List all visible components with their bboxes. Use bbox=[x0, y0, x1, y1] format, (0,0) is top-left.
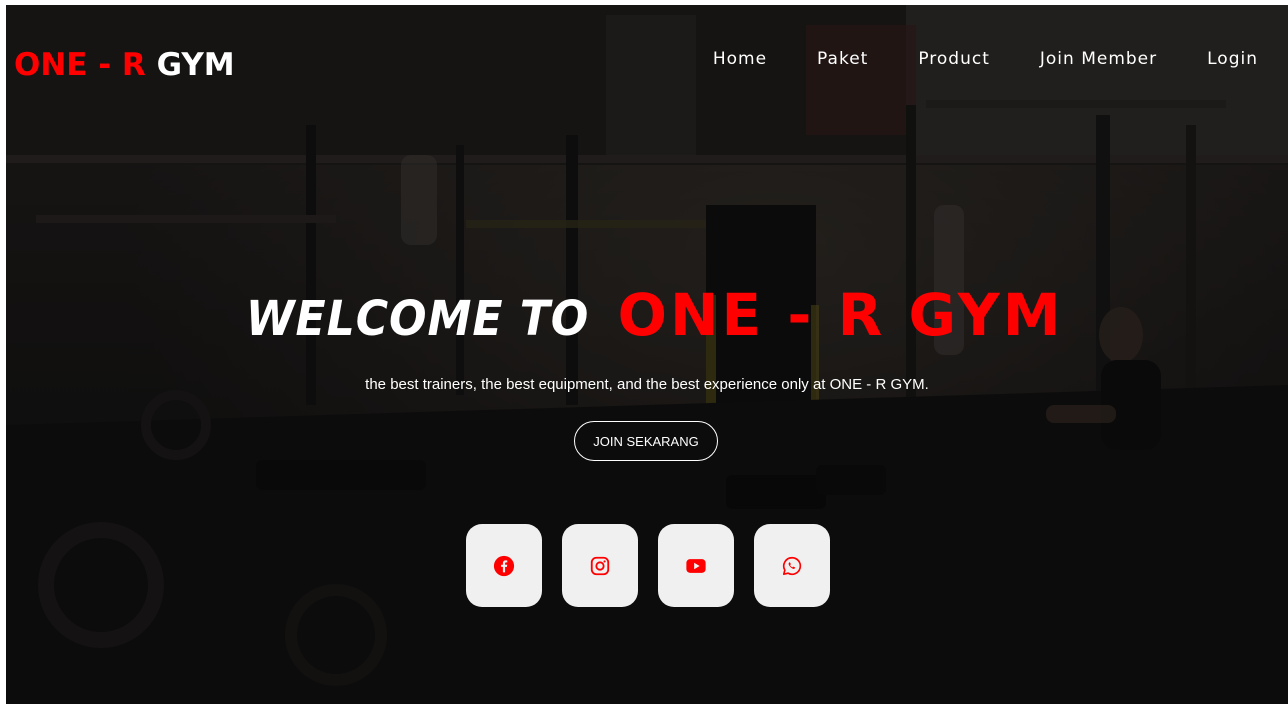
instagram-button[interactable] bbox=[562, 524, 638, 607]
nav-join-member[interactable]: Join Member bbox=[1040, 49, 1157, 69]
nav-home[interactable]: Home bbox=[713, 49, 767, 69]
hero-title-white: WELCOME TO bbox=[245, 291, 589, 347]
logo-text-white: GYM bbox=[156, 47, 235, 83]
social-links bbox=[466, 524, 850, 607]
nav-paket[interactable]: Paket bbox=[817, 49, 868, 69]
instagram-icon bbox=[590, 556, 610, 575]
facebook-button[interactable] bbox=[466, 524, 542, 607]
hero-title-red: ONE - R GYM bbox=[617, 281, 1064, 349]
hero-section: ONE - R GYM Home Paket Product Join Memb… bbox=[6, 5, 1288, 704]
youtube-icon bbox=[686, 558, 706, 573]
navbar: ONE - R GYM Home Paket Product Join Memb… bbox=[6, 5, 1288, 125]
whatsapp-icon bbox=[782, 556, 802, 575]
nav-product[interactable]: Product bbox=[918, 49, 990, 69]
brand-logo[interactable]: ONE - R GYM bbox=[14, 47, 235, 83]
facebook-icon bbox=[493, 555, 515, 576]
hero-title: WELCOME TO ONE - R GYM bbox=[6, 281, 1288, 349]
join-sekarang-button[interactable]: JOIN SEKARANG bbox=[574, 421, 718, 461]
hero-subtitle: the best trainers, the best equipment, a… bbox=[365, 376, 929, 393]
logo-text-red: ONE - R bbox=[14, 47, 157, 83]
youtube-button[interactable] bbox=[658, 524, 734, 607]
main-nav: Home Paket Product Join Member Login bbox=[663, 49, 1258, 69]
nav-login[interactable]: Login bbox=[1207, 49, 1258, 69]
whatsapp-button[interactable] bbox=[754, 524, 830, 607]
